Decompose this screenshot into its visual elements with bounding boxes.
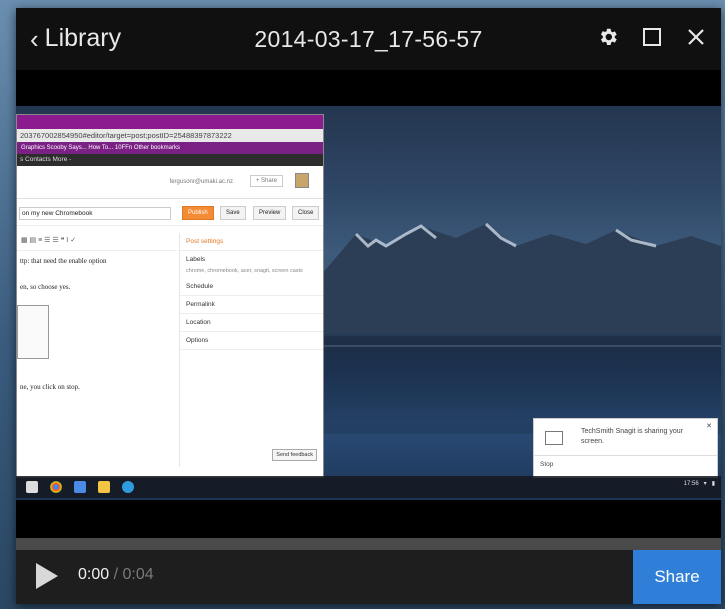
maximize-icon[interactable] <box>641 26 663 48</box>
post-editor: ▦ ▤ ≡ ☰ ☰ ❝ I ✓ ttp: that need the enabl… <box>17 232 177 466</box>
close-button: Close <box>292 206 320 220</box>
editor-line: ne, you click on stop. <box>20 383 80 391</box>
send-feedback-button: Send feedback <box>272 449 317 461</box>
post-header: on my new Chromebook Publish Save Previe… <box>17 199 323 226</box>
folder-icon <box>98 481 110 493</box>
playback-time: 0:00 / 0:04 <box>78 566 154 584</box>
letterbox-top <box>16 70 721 106</box>
duration: / 0:04 <box>113 566 154 583</box>
chromeos-shelf: 17:56 ▾ ▮ <box>16 476 721 498</box>
player-controls: 0:00 / 0:04 Share <box>16 550 721 604</box>
chrome-icon <box>50 481 62 493</box>
share-plus-button: + Share <box>249 175 283 187</box>
browser-bookmarks-bar: Graphics Scooby Says... How To... 10FFn … <box>17 142 323 154</box>
blogger-user-bar: fergusonr@umaki.ac.nz + Share <box>17 166 323 199</box>
titlebar: ‹ Library 2014-03-17_17-56-57 <box>16 8 721 70</box>
publish-button: Publish <box>182 206 214 220</box>
blogger-nav: s Contacts More - <box>17 154 323 166</box>
avatar <box>295 173 309 188</box>
options-label: Options <box>180 332 323 350</box>
labels-value: chrome, chromebook, acer, snagit, screen… <box>186 268 303 274</box>
browser-tabstrip <box>17 115 323 129</box>
play-icon[interactable] <box>36 563 58 589</box>
labels-label: Labels <box>186 256 206 263</box>
post-settings-heading: Post settings <box>180 233 323 251</box>
current-time: 0:00 <box>78 566 110 583</box>
system-tray: 17:56 ▾ ▮ <box>683 480 715 488</box>
browser-address-bar: 203767002854950#editor/target=post;postI… <box>17 129 323 142</box>
editor-line: ttp: that need the enable option <box>20 257 107 265</box>
permalink-label: Permalink <box>180 296 323 314</box>
gear-icon[interactable] <box>597 26 619 48</box>
dialog-thumbnail <box>17 305 49 359</box>
schedule-label: Schedule <box>180 278 323 296</box>
window-controls <box>597 26 707 48</box>
user-email: fergusonr@umaki.ac.nz <box>169 179 233 185</box>
close-icon: ✕ <box>706 423 712 430</box>
screen-share-icon <box>545 431 563 445</box>
battery-icon: ▮ <box>711 481 715 487</box>
seek-bar[interactable] <box>16 538 721 550</box>
files-icon <box>74 481 86 493</box>
wifi-icon: ▾ <box>703 481 707 487</box>
post-settings-panel: Post settings Labels chrome, chromebook,… <box>179 233 323 467</box>
close-icon[interactable] <box>685 26 707 48</box>
video-player-window: ‹ Library 2014-03-17_17-56-57 2037670028… <box>16 8 721 604</box>
preview-button: Preview <box>253 206 287 220</box>
editor-line: en, so choose yes. <box>20 283 71 291</box>
recorded-browser-window: 203767002854950#editor/target=post;postI… <box>16 114 324 478</box>
divider <box>534 455 717 456</box>
editor-toolbar: ▦ ▤ ≡ ☰ ☰ ❝ I ✓ <box>17 232 177 251</box>
launcher-icon <box>26 481 38 493</box>
location-label: Location <box>180 314 323 332</box>
letterbox-bottom <box>16 500 721 538</box>
save-button: Save <box>220 206 246 220</box>
notification-text: TechSmith Snagit is sharing your screen. <box>581 428 683 445</box>
stop-sharing-button: Stop <box>540 461 554 468</box>
video-frame[interactable]: 203767002854950#editor/target=post;postI… <box>16 106 721 500</box>
snagit-icon <box>122 481 134 493</box>
snagit-notification: TechSmith Snagit is sharing your screen.… <box>533 418 718 478</box>
post-title-field: on my new Chromebook <box>19 207 171 220</box>
share-button[interactable]: Share <box>633 550 721 604</box>
tray-time: 17:56 <box>683 480 699 487</box>
